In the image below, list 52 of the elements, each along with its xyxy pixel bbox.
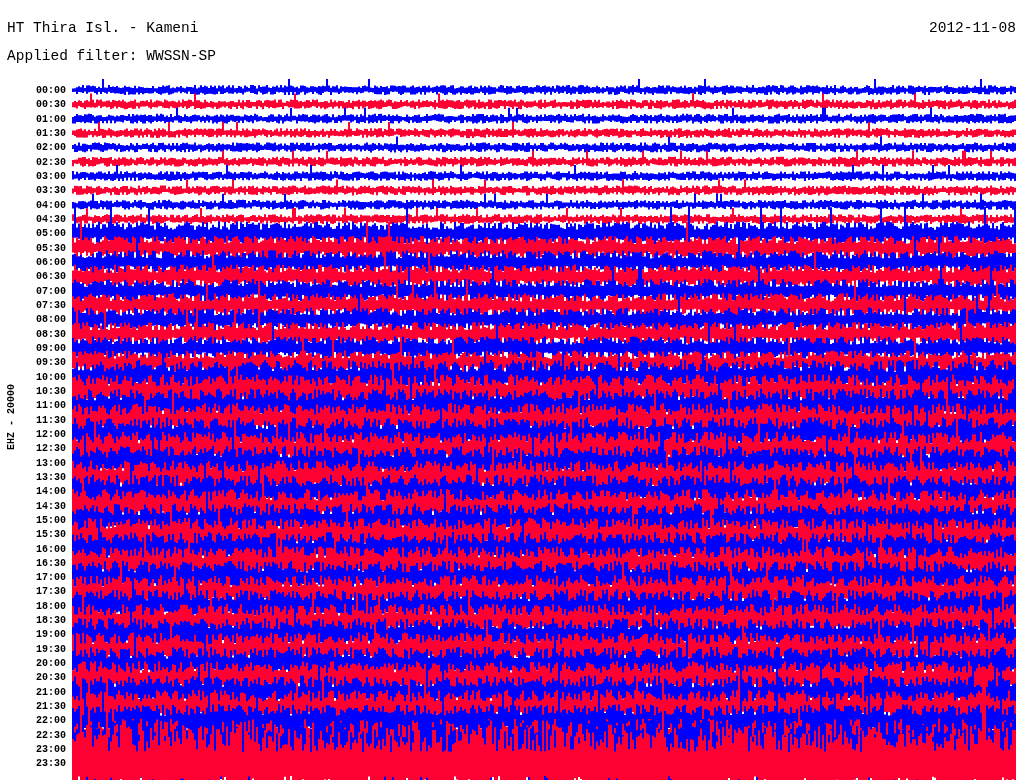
time-label: 10:00 (35, 370, 66, 385)
channel-label: EHZ - 20000 (5, 384, 17, 450)
time-label: 00:30 (35, 98, 66, 113)
time-label: 11:00 (35, 399, 66, 414)
time-label: 06:30 (35, 270, 66, 285)
time-label: 04:30 (35, 212, 66, 227)
time-label: 18:00 (35, 599, 66, 614)
station-title: HT Thira Isl. - Kameni (7, 20, 199, 38)
time-label: 08:00 (35, 313, 66, 328)
time-label: 23:00 (35, 743, 66, 758)
time-label: 17:30 (35, 585, 66, 600)
time-label: 15:00 (35, 513, 66, 528)
time-label: 09:00 (35, 341, 66, 356)
time-label: 21:00 (35, 685, 66, 700)
time-label: 19:30 (35, 642, 66, 657)
time-label: 05:30 (35, 241, 66, 256)
time-label: 01:00 (35, 112, 66, 127)
time-label: 07:30 (35, 298, 66, 313)
time-label: 12:30 (35, 442, 66, 457)
time-label: 02:00 (35, 141, 66, 156)
time-label: 23:30 (35, 757, 66, 772)
time-label: 22:30 (35, 728, 66, 743)
time-label: 09:30 (35, 356, 66, 371)
date-label: 2012-11-08 (929, 20, 1016, 38)
time-label: 22:00 (35, 714, 66, 729)
time-label: 01:30 (35, 127, 66, 141)
time-label: 14:00 (35, 485, 66, 500)
time-label: 15:30 (35, 528, 66, 543)
time-label: 13:00 (35, 456, 66, 471)
time-label: 08:30 (35, 327, 66, 342)
time-label: 03:30 (35, 184, 66, 199)
time-label: 19:00 (35, 628, 66, 643)
time-label: 21:30 (35, 700, 66, 715)
time-label: 12:00 (35, 427, 66, 442)
time-label: 07:00 (35, 284, 66, 299)
time-label: 13:30 (35, 470, 66, 485)
time-label: 00:00 (35, 84, 66, 98)
time-label: 06:00 (35, 255, 66, 270)
time-label: 20:30 (35, 671, 66, 686)
time-label: 04:00 (35, 198, 66, 213)
time-label: 02:30 (35, 155, 66, 170)
time-label: 16:00 (35, 542, 66, 557)
time-label: 03:00 (35, 169, 66, 184)
filter-label: Applied filter: WWSSN-SP (6, 47, 217, 66)
time-label: 05:00 (35, 227, 66, 242)
time-label: 14:30 (35, 499, 66, 514)
time-label: 20:00 (35, 657, 66, 672)
time-label: 11:30 (35, 413, 66, 428)
time-label: 16:30 (35, 556, 66, 571)
time-label: 18:30 (35, 614, 66, 629)
time-label: 17:00 (35, 571, 66, 586)
time-label: 10:30 (35, 384, 66, 399)
